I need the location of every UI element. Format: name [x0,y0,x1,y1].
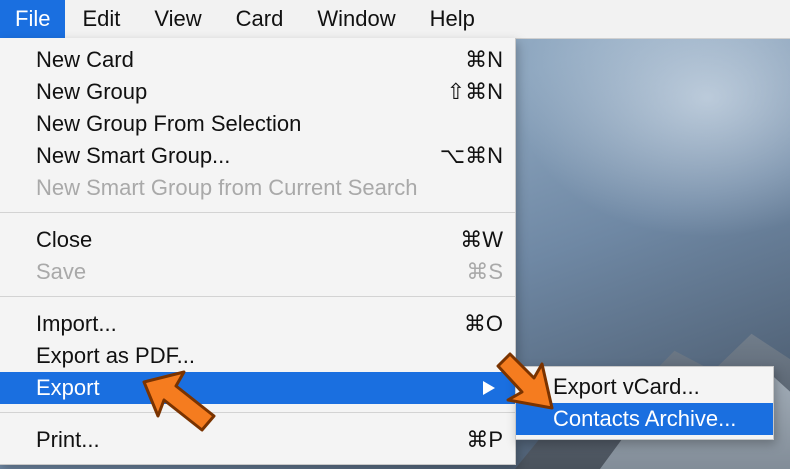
submenu-item-export-vcard[interactable]: Export vCard... [516,371,773,403]
menu-item-label: New Smart Group... [36,143,231,168]
menu-file[interactable]: File [0,0,66,38]
file-menu-dropdown: New Card ⌘N New Group ⇧⌘N New Group From… [0,38,516,465]
menu-item-save: Save ⌘S [0,256,515,288]
menu-item-label: Export vCard... [553,374,700,399]
menu-item-new-card[interactable]: New Card ⌘N [0,44,515,76]
menu-window[interactable]: Window [300,0,412,38]
menu-separator [0,212,515,213]
menu-item-new-smart-group[interactable]: New Smart Group... ⌥⌘N [0,140,515,172]
menu-item-close[interactable]: Close ⌘W [0,224,515,256]
submenu-item-contacts-archive[interactable]: Contacts Archive... [516,403,773,435]
menu-item-label: Import... [36,311,117,336]
menu-item-shortcut: ⌘N [465,47,503,72]
menu-item-label: Close [36,227,93,252]
menu-item-label: New Card [36,47,134,72]
menu-item-new-group-from-selection[interactable]: New Group From Selection [0,108,515,140]
menu-separator [0,412,515,413]
menu-separator [0,296,515,297]
menu-item-label: Contacts Archive... [553,406,737,431]
menu-item-export[interactable]: Export [0,372,515,404]
menu-item-shortcut: ⌘P [466,427,503,452]
menu-item-new-group[interactable]: New Group ⇧⌘N [0,76,515,108]
menu-item-label: New Group From Selection [36,111,302,136]
menu-edit[interactable]: Edit [65,0,137,38]
menu-item-shortcut: ⌘S [466,259,503,284]
export-submenu: Export vCard... Contacts Archive... [515,366,774,440]
menu-item-shortcut: ⌘O [463,311,503,336]
menu-item-new-smart-group-from-search: New Smart Group from Current Search [0,172,515,204]
menu-item-import[interactable]: Import... ⌘O [0,308,515,340]
menu-item-shortcut: ⇧⌘N [446,79,503,104]
menu-help[interactable]: Help [413,0,492,38]
desktop-background [515,38,790,238]
menu-item-label: New Group [36,79,148,104]
menu-item-shortcut: ⌘W [460,227,503,252]
menu-item-label: New Smart Group from Current Search [36,175,418,200]
menu-item-export-pdf[interactable]: Export as PDF... [0,340,515,372]
submenu-arrow-icon [483,381,495,395]
menu-item-label: Print... [36,427,100,452]
menu-card[interactable]: Card [219,0,301,38]
menu-item-print[interactable]: Print... ⌘P [0,424,515,456]
menu-item-label: Export as PDF... [36,343,195,368]
menu-bar: File Edit View Card Window Help [0,0,790,39]
menu-item-shortcut: ⌥⌘N [439,143,503,168]
menu-item-label: Save [36,259,87,284]
menu-item-label: Export [36,375,100,400]
menu-view[interactable]: View [137,0,218,38]
